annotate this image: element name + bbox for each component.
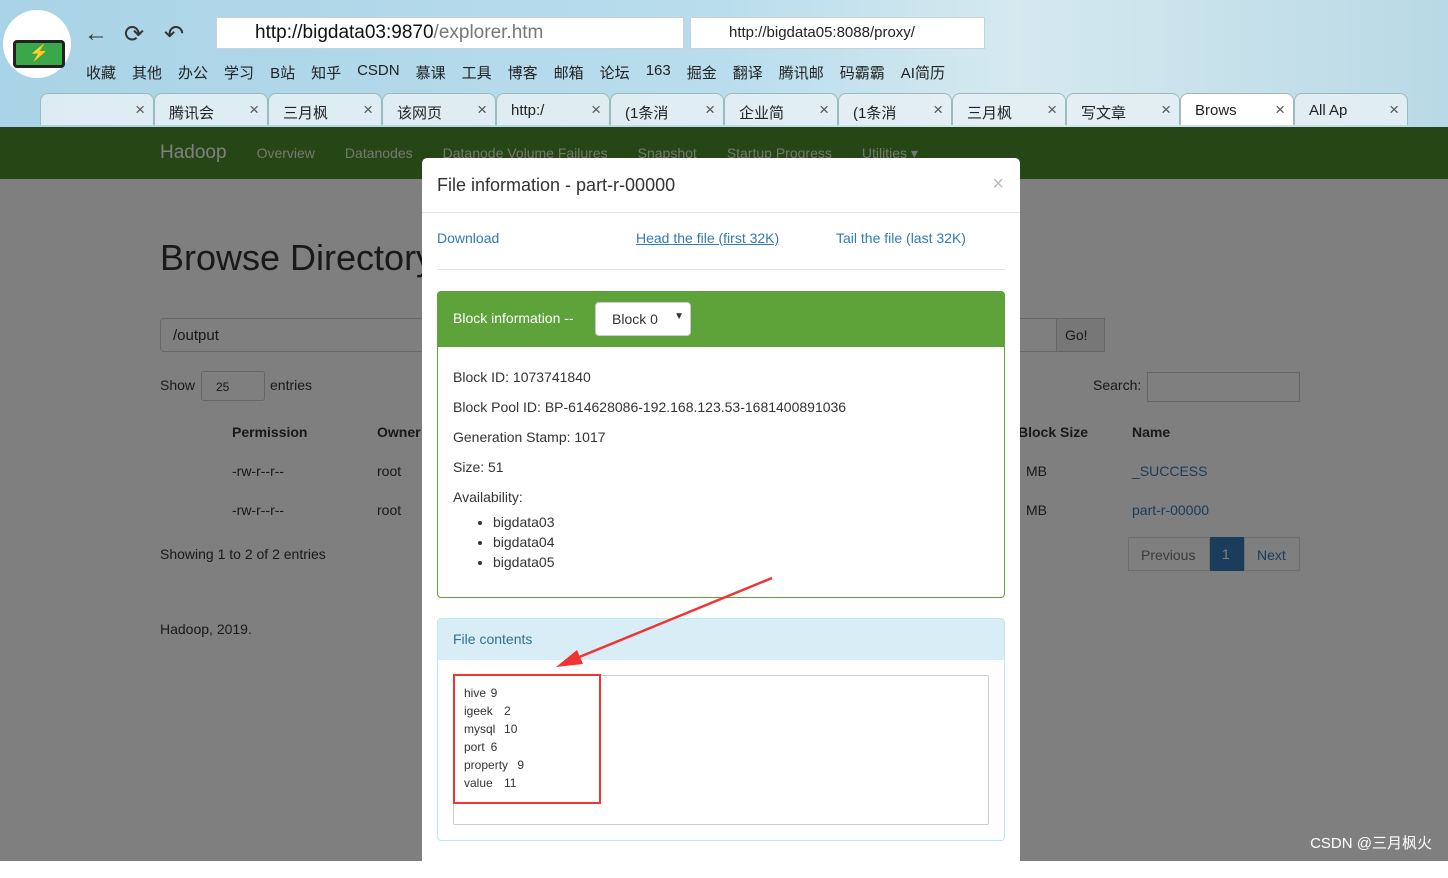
node-item: bigdata03 <box>493 512 989 532</box>
tab-label: (1条消 <box>625 105 669 122</box>
close-tab-icon[interactable]: × <box>1047 100 1057 120</box>
block-info-panel: Block information -- Block 0 ▼ Block ID: … <box>437 291 1005 598</box>
bookmark[interactable]: 博客 <box>508 62 538 83</box>
node-list: bigdata03 bigdata04 bigdata05 <box>493 512 989 572</box>
bookmark[interactable]: AI简历 <box>901 62 945 83</box>
browser-tab[interactable]: 腾讯会 × <box>154 93 268 125</box>
bookmark[interactable]: 掘金 <box>687 62 717 83</box>
close-tab-icon[interactable]: × <box>819 100 829 120</box>
url-path: /explorer.htm <box>433 22 544 43</box>
close-tab-icon[interactable]: × <box>135 100 145 120</box>
tab-label: 三月枫 <box>967 105 1013 122</box>
close-tab-icon[interactable]: × <box>933 100 943 120</box>
block-select[interactable]: Block 0 ▼ <box>595 302 691 336</box>
bookmark[interactable]: 其他 <box>132 62 162 83</box>
close-tab-icon[interactable]: × <box>249 100 259 120</box>
close-tab-icon[interactable]: × <box>1389 100 1399 120</box>
tab-label: All Ap <box>1309 102 1348 119</box>
tab-label: 腾讯会 <box>169 105 215 122</box>
url-host: http://bigdata03:9870 <box>255 22 434 43</box>
node-item: bigdata05 <box>493 552 989 572</box>
bookmark[interactable]: 知乎 <box>311 62 341 83</box>
bookmark[interactable]: 慕课 <box>416 62 446 83</box>
tab-label: http:/ <box>511 102 545 119</box>
search-bar[interactable]: http://bigdata05:8088/proxy/ <box>690 17 985 49</box>
bookmark[interactable]: B站 <box>270 62 295 83</box>
browser-tab[interactable]: (1条消 × <box>838 93 952 125</box>
browser-tab[interactable]: 企业简 × <box>724 93 838 125</box>
tab-label: 三月枫 <box>283 105 329 122</box>
browser-tab[interactable]: 写文章 × <box>1066 93 1180 125</box>
tail-file-link[interactable]: Tail the file (last 32K) <box>836 230 966 246</box>
undo-icon[interactable]: ↶ <box>164 20 184 49</box>
generation-stamp: Generation Stamp: 1017 <box>453 429 606 445</box>
bookmark[interactable]: 腾讯邮 <box>779 62 824 83</box>
browser-tab[interactable]: http:/ × <box>496 93 610 125</box>
browser-logo[interactable]: ⚡ <box>3 10 71 78</box>
bookmark[interactable]: 论坛 <box>600 62 630 83</box>
browser-tab[interactable]: 该网页 × <box>382 93 496 125</box>
bookmark[interactable]: 办公 <box>178 62 208 83</box>
browser-tab[interactable]: × <box>40 93 154 125</box>
refresh-icon[interactable]: ⟳ <box>124 20 144 49</box>
tab-label: (1条消 <box>853 105 897 122</box>
bookmark[interactable]: 码霸霸 <box>840 62 885 83</box>
dropdown-arrow-icon: ▼ <box>674 311 684 322</box>
node-item: bigdata04 <box>493 532 989 552</box>
browser-tab[interactable]: (1条消 × <box>610 93 724 125</box>
bookmark[interactable]: 翻译 <box>733 62 763 83</box>
address-bar[interactable]: http://bigdata03:9870/explorer.htm <box>216 17 684 49</box>
tab-strip: × 腾讯会 × 三月枫 × 该网页 × http:/× (1条消 × 企业简 × (1条消 × 三月枫 × 写文… <box>40 93 1408 125</box>
bookmark[interactable]: 收藏 <box>86 62 116 83</box>
close-tab-icon[interactable]: × <box>363 100 373 120</box>
bookmark[interactable]: 邮箱 <box>554 62 584 83</box>
head-file-link[interactable]: Head the file (first 32K) <box>636 230 779 246</box>
watermark: CSDN @三月枫火 <box>1310 835 1432 852</box>
close-tab-icon[interactable]: × <box>1275 100 1285 120</box>
close-tab-icon[interactable]: × <box>591 100 601 120</box>
tab-label: 企业简 <box>739 105 785 122</box>
browser-tab[interactable]: 三月枫 × <box>952 93 1066 125</box>
browser-tab[interactable]: Brows × <box>1180 93 1294 125</box>
modal-header: File information - part-r-00000 × <box>422 158 1020 213</box>
file-size: Size: 51 <box>453 459 504 475</box>
bookmark[interactable]: CSDN <box>357 62 400 83</box>
bookmark[interactable]: 工具 <box>462 62 492 83</box>
close-tab-icon[interactable]: × <box>477 100 487 120</box>
tab-label: Brows <box>1195 102 1237 119</box>
browser-tab[interactable]: 三月枫 × <box>268 93 382 125</box>
battery-icon: ⚡ <box>13 40 65 68</box>
download-link[interactable]: Download <box>437 230 499 246</box>
back-icon[interactable]: ← <box>84 20 108 48</box>
close-icon[interactable]: × <box>992 173 1004 196</box>
highlight-box <box>453 674 601 804</box>
file-actions: Download Head the file (first 32K) Tail … <box>437 230 1005 270</box>
availability-label: Availability: <box>453 489 523 505</box>
close-tab-icon[interactable]: × <box>1161 100 1171 120</box>
browser-tab[interactable]: All Ap × <box>1294 93 1408 125</box>
block-pool-id: Block Pool ID: BP-614628086-192.168.123.… <box>453 399 847 415</box>
block-id: Block ID: 1073741840 <box>453 369 591 385</box>
block-select-value: Block 0 <box>612 311 658 327</box>
modal-title: File information - part-r-00000 <box>437 175 676 195</box>
bookmarks-bar: 收藏 其他 办公 学习 B站 知乎 CSDN 慕课 工具 博客 邮箱 论坛 163 掘金 翻译 腾讯邮 码霸霸 A… <box>86 62 961 83</box>
browser-chrome: ⚡ ← ⟳ ↶ http://bigdata03:9870/explorer.h… <box>0 0 1448 127</box>
bookmark[interactable]: 163 <box>646 62 671 83</box>
tab-label: 该网页 <box>397 105 443 122</box>
tab-label: 写文章 <box>1081 105 1127 122</box>
close-tab-icon[interactable]: × <box>705 100 715 120</box>
block-info-label: Block information -- <box>453 310 574 326</box>
file-contents-label: File contents <box>438 619 1004 660</box>
bookmark[interactable]: 学习 <box>224 62 254 83</box>
